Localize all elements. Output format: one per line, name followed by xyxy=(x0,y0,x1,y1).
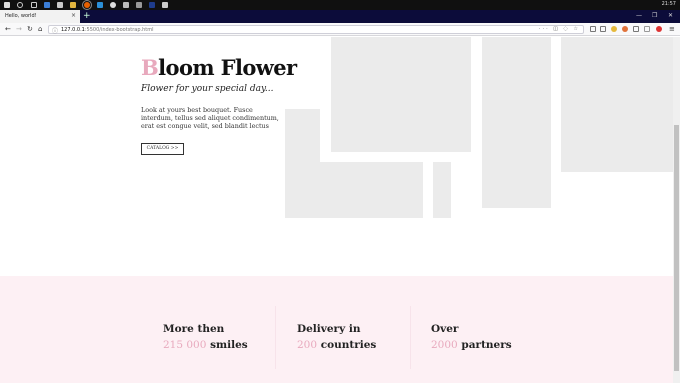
folder-icon[interactable] xyxy=(70,2,76,8)
stat-unit: smiles xyxy=(210,339,248,351)
hero-tagline: Flower for your special day... xyxy=(141,84,274,94)
library-icon[interactable] xyxy=(590,26,596,32)
stat-line: 200 countries xyxy=(297,337,376,353)
app-icon[interactable] xyxy=(123,2,129,8)
url-host: 127.0.0.1 xyxy=(61,27,85,33)
browser-tab-strip: Hello, world! × + — ❐ ✕ xyxy=(0,10,680,23)
chrome-icon[interactable] xyxy=(110,2,116,8)
tab-close-icon[interactable]: × xyxy=(71,12,76,19)
hero-description: Look at yours best bouquet. Fusce interd… xyxy=(141,106,279,130)
vscode-icon[interactable] xyxy=(97,2,103,8)
windows-start-icon[interactable] xyxy=(4,2,10,8)
stat-label: Over xyxy=(431,323,459,335)
extension-icon[interactable] xyxy=(611,26,617,32)
stat-smiles: More then 215 000 smiles xyxy=(163,321,248,353)
brand-initial: B xyxy=(141,55,159,80)
stats-divider xyxy=(410,306,411,369)
taskbar-clock: 21:57 xyxy=(661,1,676,7)
maximize-button[interactable]: ❐ xyxy=(652,12,657,19)
firefox-icon[interactable] xyxy=(82,0,92,10)
page-scrollbar[interactable] xyxy=(673,37,680,383)
brand-name: loom Flower xyxy=(158,55,297,80)
stats-section: More then 215 000 smiles Delivery in 200… xyxy=(0,276,673,383)
stats-divider xyxy=(275,306,276,369)
os-taskbar: 21:57 xyxy=(0,0,680,10)
brand-title: Bloom Flower xyxy=(141,55,297,80)
menu-button[interactable]: ≡ xyxy=(669,25,675,33)
browser-tab[interactable]: Hello, world! × xyxy=(0,10,80,23)
stat-label: More then xyxy=(163,323,225,335)
image-placeholder xyxy=(331,37,471,152)
close-window-button[interactable]: ✕ xyxy=(668,12,673,19)
search-icon[interactable] xyxy=(17,2,23,8)
stat-value: 215 000 xyxy=(163,339,207,351)
stat-value: 2000 xyxy=(431,339,458,351)
extension-icon[interactable] xyxy=(622,26,628,32)
image-placeholder xyxy=(433,162,451,218)
page-viewport: Bloom Flower Flower for your special day… xyxy=(0,37,673,383)
back-button[interactable]: ← xyxy=(5,25,11,33)
stat-line: 2000 partners xyxy=(431,337,512,353)
tab-title: Hello, world! xyxy=(5,13,37,19)
catalog-button[interactable]: CATALOG >> xyxy=(141,143,184,155)
image-placeholder xyxy=(561,37,673,172)
scrollbar-thumb[interactable] xyxy=(674,125,679,371)
stat-line: 215 000 smiles xyxy=(163,337,248,353)
address-bar-tools[interactable]: ··· ◫ ◌ ☆ xyxy=(539,26,580,32)
task-view-icon[interactable] xyxy=(31,2,37,8)
store-icon[interactable] xyxy=(57,2,63,8)
address-bar[interactable]: ⓘ 127.0.0.1:5500/index-bootstrap.html ··… xyxy=(48,25,584,35)
stat-label: Delivery in xyxy=(297,323,361,335)
extension-icon[interactable] xyxy=(633,26,639,32)
stat-unit: partners xyxy=(461,339,512,351)
address-url: 127.0.0.1:5500/index-bootstrap.html xyxy=(61,27,154,33)
app-icon[interactable] xyxy=(162,2,168,8)
new-tab-button[interactable]: + xyxy=(83,11,91,21)
home-button[interactable]: ⌂ xyxy=(38,25,42,33)
minimize-button[interactable]: — xyxy=(636,12,642,19)
adblock-icon[interactable] xyxy=(656,26,662,32)
edge-icon[interactable] xyxy=(44,2,50,8)
stat-partners: Over 2000 partners xyxy=(431,321,512,353)
forward-button[interactable]: → xyxy=(16,25,22,33)
url-path: :5500/index-bootstrap.html xyxy=(84,27,154,33)
image-placeholder xyxy=(482,37,551,208)
terminal-icon[interactable] xyxy=(149,2,155,8)
stat-countries: Delivery in 200 countries xyxy=(297,321,376,353)
browser-nav-bar: ← → ↻ ⌂ ⓘ 127.0.0.1:5500/index-bootstrap… xyxy=(0,23,680,36)
site-info-icon[interactable]: ⓘ xyxy=(52,26,58,35)
image-placeholder xyxy=(285,162,423,218)
sidebar-icon[interactable] xyxy=(600,26,606,32)
stat-unit: countries xyxy=(320,339,377,351)
app-icon[interactable] xyxy=(136,2,142,8)
stat-value: 200 xyxy=(297,339,318,351)
extension-icon[interactable] xyxy=(644,26,650,32)
reload-button[interactable]: ↻ xyxy=(27,25,33,33)
